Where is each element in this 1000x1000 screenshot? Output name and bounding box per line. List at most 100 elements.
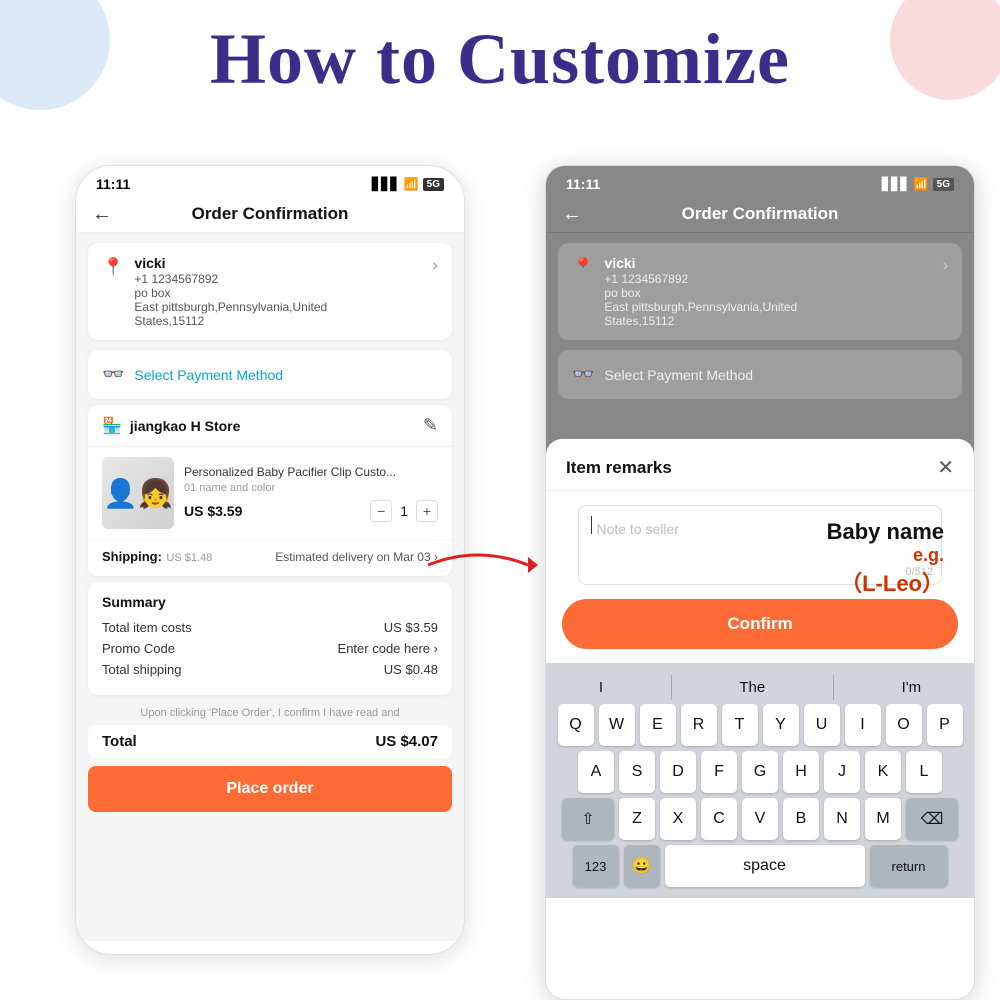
keyboard-row-2: A S D F G H J K L	[550, 751, 970, 793]
key-v[interactable]: V	[742, 798, 778, 840]
summary-item-row-left: Total item costs US $3.59	[102, 620, 438, 635]
signal-icon: ▋▋▋	[372, 177, 400, 191]
summary-promo-row-left[interactable]: Promo Code Enter code here ›	[102, 641, 438, 656]
product-name-left: Personalized Baby Pacifier Clip Custo...	[184, 464, 438, 481]
address-phone-right: +1 1234567892	[604, 272, 797, 286]
key-x[interactable]: X	[660, 798, 696, 840]
key-z[interactable]: Z	[619, 798, 655, 840]
terms-text-left: Upon clicking 'Place Order', I confirm I…	[76, 701, 464, 725]
address-city-right: East pittsburgh,Pennsylvania,United	[604, 300, 797, 314]
wifi-icon-right: 📶	[914, 177, 929, 191]
baby-name-example: （L-Leo）	[827, 566, 944, 598]
key-y[interactable]: Y	[763, 704, 799, 746]
signal-icon-right: ▋▋▋	[882, 177, 910, 191]
total-value-left: US $4.07	[375, 733, 438, 750]
key-c[interactable]: C	[701, 798, 737, 840]
key-123[interactable]: 123	[573, 845, 619, 887]
key-u[interactable]: U	[804, 704, 840, 746]
note-icon-left[interactable]: ✎	[423, 415, 438, 436]
address-card-left[interactable]: 📍 vicki +1 1234567892 po box East pittsb…	[88, 243, 452, 340]
store-section-left: 🏪 jiangkao H Store ✎ 👤👧 Personalized Bab…	[88, 405, 452, 576]
key-w[interactable]: W	[599, 704, 635, 746]
key-b[interactable]: B	[783, 798, 819, 840]
product-image-left: 👤👧	[102, 457, 174, 529]
keyboard-suggestions: I The I'm	[550, 669, 970, 704]
shipping-label-left: Shipping: US $1.48	[102, 548, 212, 566]
key-f[interactable]: F	[701, 751, 737, 793]
note-input-container: Note to seller 0/512 Baby name e.g. （L-L…	[562, 505, 958, 585]
location-icon-left: 📍	[102, 257, 124, 278]
keyboard: I The I'm Q W E R T Y U I O P A	[546, 663, 974, 898]
suggestion-the[interactable]: The	[729, 675, 775, 700]
summary-item-label-left: Total item costs	[102, 620, 192, 635]
key-n[interactable]: N	[824, 798, 860, 840]
baby-name-annotation: Baby name e.g. （L-Leo）	[827, 519, 944, 598]
shipping-title-left: Shipping:	[102, 549, 162, 564]
summary-title-left: Summary	[102, 594, 438, 610]
key-emoji[interactable]: 😀	[624, 845, 660, 887]
key-r[interactable]: R	[681, 704, 717, 746]
suggestion-i[interactable]: I	[589, 675, 613, 700]
promo-value-text-left: Enter code here	[338, 641, 431, 656]
wifi-icon: 📶	[404, 177, 419, 191]
screen-content-left: 📍 vicki +1 1234567892 po box East pittsb…	[76, 233, 464, 941]
key-a[interactable]: A	[578, 751, 614, 793]
store-name-left: jiangkao H Store	[130, 418, 240, 434]
product-price-row-left: US $3.59 − 1 +	[184, 500, 438, 522]
payment-icon-right: 👓	[572, 364, 594, 385]
key-i[interactable]: I	[845, 704, 881, 746]
address-city-left: East pittsburgh,Pennsylvania,United	[134, 300, 422, 314]
back-button-left[interactable]: ←	[92, 203, 112, 226]
battery-icon: 5G	[423, 178, 444, 191]
key-shift[interactable]: ⇧	[562, 798, 614, 840]
keyboard-row-1: Q W E R T Y U I O P	[550, 704, 970, 746]
key-l[interactable]: L	[906, 751, 942, 793]
store-name-row-left: 🏪 jiangkao H Store	[102, 416, 240, 436]
key-p[interactable]: P	[927, 704, 963, 746]
shipping-cost-left: US $1.48	[166, 552, 212, 564]
chevron-right-icon-left: ›	[433, 257, 438, 275]
key-m[interactable]: M	[865, 798, 901, 840]
key-h[interactable]: H	[783, 751, 819, 793]
nav-title-left: Order Confirmation	[192, 204, 349, 224]
product-price-left: US $3.59	[184, 503, 242, 519]
address-name-right: vicki	[604, 255, 797, 271]
suggestion-im[interactable]: I'm	[892, 675, 932, 700]
key-e[interactable]: E	[640, 704, 676, 746]
shipping-flex-left: Shipping: US $1.48 Estimated delivery on…	[102, 548, 438, 566]
modal-close-button[interactable]: ✕	[937, 455, 954, 480]
back-button-right[interactable]: ←	[562, 203, 582, 226]
total-label-left: Total	[102, 733, 137, 750]
payment-row-left[interactable]: 👓 Select Payment Method	[88, 350, 452, 399]
qty-plus-left[interactable]: +	[416, 500, 438, 522]
payment-row-right[interactable]: 👓 Select Payment Method	[558, 350, 962, 399]
key-j[interactable]: J	[824, 751, 860, 793]
key-q[interactable]: Q	[558, 704, 594, 746]
baby-name-eg: e.g.	[827, 545, 944, 566]
address-name-left: vicki	[134, 255, 422, 271]
key-backspace[interactable]: ⌫	[906, 798, 958, 840]
summary-shipping-row-left: Total shipping US $0.48	[102, 662, 438, 677]
key-d[interactable]: D	[660, 751, 696, 793]
item-remarks-modal: Item remarks ✕ Note to seller 0/512 Baby…	[546, 439, 974, 999]
key-o[interactable]: O	[886, 704, 922, 746]
product-details-left: Personalized Baby Pacifier Clip Custo...…	[184, 464, 438, 523]
key-return[interactable]: return	[870, 845, 948, 887]
confirm-button[interactable]: Confirm	[562, 599, 958, 649]
qty-minus-left[interactable]: −	[370, 500, 392, 522]
payment-label-right: Select Payment Method	[604, 367, 753, 383]
place-order-button-left[interactable]: Place order	[88, 766, 452, 812]
key-s[interactable]: S	[619, 751, 655, 793]
dark-overlay-right: 11:11 ▋▋▋ 📶 5G ← Order Confirmation 📍 vi…	[546, 166, 974, 461]
key-t[interactable]: T	[722, 704, 758, 746]
status-bar-left: 11:11 ▋▋▋ 📶 5G	[76, 166, 464, 196]
status-icons-left: ▋▋▋ 📶 5G	[372, 177, 444, 191]
key-space[interactable]: space	[665, 845, 865, 887]
address-card-right[interactable]: 📍 vicki +1 1234567892 po box East pittsb…	[558, 243, 962, 340]
payment-icon-left: 👓	[102, 364, 124, 385]
shipping-delivery-left: Estimated delivery on Mar 03 ›	[275, 550, 438, 564]
key-g[interactable]: G	[742, 751, 778, 793]
key-k[interactable]: K	[865, 751, 901, 793]
summary-section-left: Summary Total item costs US $3.59 Promo …	[88, 582, 452, 695]
summary-shipping-label-left: Total shipping	[102, 662, 182, 677]
